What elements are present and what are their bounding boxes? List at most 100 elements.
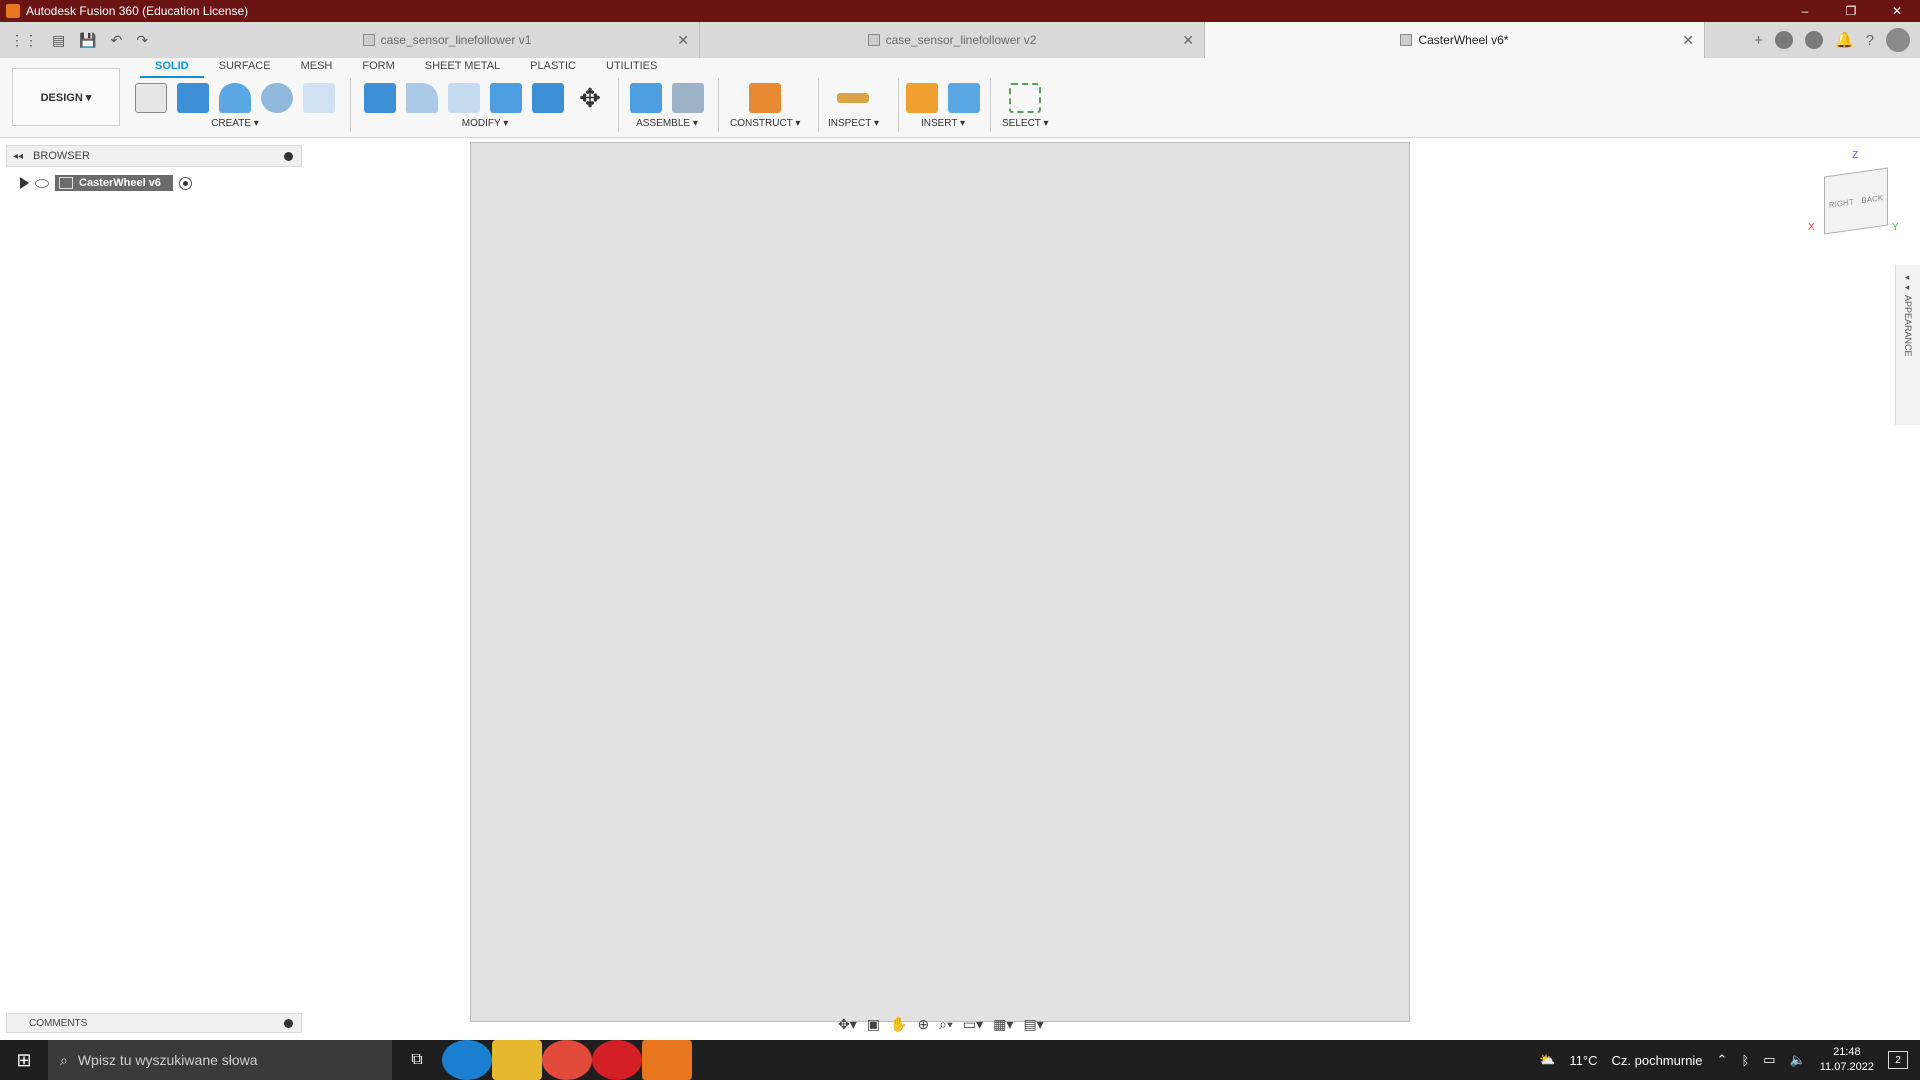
fusion360-taskbar-icon[interactable] xyxy=(642,1040,692,1080)
system-clock[interactable]: 21:48 11.07.2022 xyxy=(1820,1045,1874,1075)
fit-icon[interactable]: ⌕▾ xyxy=(939,1016,953,1033)
document-tab-bar: ⋮⋮ ▤ 💾 ↶ ↷ case_sensor_linefollower v1 ✕… xyxy=(0,22,1920,58)
search-placeholder: Wpisz tu wyszukiwane słowa xyxy=(77,1052,258,1068)
document-tab-linefollower-v2[interactable]: case_sensor_linefollower v2 ✕ xyxy=(700,22,1205,58)
maximize-button[interactable]: ❐ xyxy=(1828,4,1874,18)
inspect-menu[interactable]: INSPECT ▾ xyxy=(828,118,879,129)
window-controls: – ❐ ✕ xyxy=(1782,4,1920,18)
pin-icon[interactable] xyxy=(284,151,293,161)
taskbar-search[interactable]: ⌕ Wpisz tu wyszukiwane słowa xyxy=(48,1040,392,1080)
notification-center-icon[interactable]: 2 xyxy=(1888,1051,1908,1069)
inspect-group: INSPECT ▾ xyxy=(828,80,879,129)
data-panel-grid-icon[interactable]: ⋮⋮ xyxy=(10,32,38,49)
3d-viewport[interactable] xyxy=(330,140,1830,1022)
combine-icon[interactable] xyxy=(490,83,522,113)
edge-icon[interactable] xyxy=(442,1040,492,1080)
insert-menu[interactable]: INSERT ▾ xyxy=(921,118,965,129)
title-bar: Autodesk Fusion 360 (Education License) … xyxy=(0,0,1920,22)
system-tray: ⛅ 11°C Cz. pochmurnie ⌃ ᛒ ▭ 🔈 21:48 11.0… xyxy=(1539,1045,1920,1075)
network-icon[interactable]: ▭ xyxy=(1763,1052,1775,1068)
revolve-icon[interactable] xyxy=(219,83,251,113)
add-comment-icon[interactable] xyxy=(284,1018,293,1028)
weather-icon[interactable]: ⛅ xyxy=(1539,1052,1555,1068)
weather-text[interactable]: Cz. pochmurnie xyxy=(1612,1053,1703,1068)
move-icon[interactable]: ✥ xyxy=(574,83,606,113)
close-tab-icon[interactable]: ✕ xyxy=(1682,32,1694,49)
insert-svg-icon[interactable] xyxy=(906,83,938,113)
browser-root-node[interactable]: CasterWheel v6 xyxy=(20,174,192,192)
close-window-button[interactable]: ✕ xyxy=(1874,4,1920,18)
offset-face-icon[interactable] xyxy=(532,83,564,113)
workspace-switcher[interactable]: DESIGN ▾ xyxy=(12,68,120,126)
notifications-bell-icon[interactable]: 🔔 xyxy=(1835,31,1854,49)
look-at-icon[interactable]: ▣ xyxy=(867,1016,880,1033)
save-icon[interactable]: 💾 xyxy=(79,32,96,49)
viewports-icon[interactable]: ▤▾ xyxy=(1023,1016,1043,1033)
fillet-icon[interactable] xyxy=(406,83,438,113)
root-component[interactable]: CasterWheel v6 xyxy=(55,175,173,191)
modify-menu[interactable]: MODIFY ▾ xyxy=(462,118,509,129)
viewcube-box[interactable]: RIGHT BACK xyxy=(1824,167,1888,235)
bluetooth-icon[interactable]: ᛒ xyxy=(1741,1053,1749,1068)
chrome-icon[interactable] xyxy=(542,1040,592,1080)
select-menu[interactable]: SELECT ▾ xyxy=(1002,118,1049,129)
select-window-icon[interactable] xyxy=(1009,83,1042,113)
document-tab-label: case_sensor_linefollower v1 xyxy=(380,33,532,47)
weather-temp[interactable]: 11°C xyxy=(1569,1053,1597,1068)
file-explorer-icon[interactable] xyxy=(492,1040,542,1080)
volume-icon[interactable]: 🔈 xyxy=(1790,1052,1806,1068)
display-settings-icon[interactable]: ▭▾ xyxy=(963,1016,983,1033)
user-avatar[interactable] xyxy=(1886,28,1910,52)
opera-icon[interactable] xyxy=(592,1040,642,1080)
orbit-icon[interactable]: ✥▾ xyxy=(838,1016,857,1033)
redo-icon[interactable]: ↷ xyxy=(136,32,148,49)
task-view-icon[interactable]: ⧉ xyxy=(392,1040,442,1080)
activate-component-icon[interactable] xyxy=(178,176,192,190)
assemble-menu[interactable]: ASSEMBLE ▾ xyxy=(636,118,698,129)
start-button[interactable]: ⊞ xyxy=(0,1050,48,1071)
viewcube[interactable]: Z X Y RIGHT BACK xyxy=(1808,150,1899,250)
collapse-browser-icon[interactable]: ◂◂ xyxy=(13,151,23,162)
hidden-icons-chevron-icon[interactable]: ⌃ xyxy=(1717,1052,1728,1068)
pan-icon[interactable]: ✋ xyxy=(890,1016,907,1033)
tab-form[interactable]: FORM xyxy=(347,60,409,78)
job-status-icon[interactable] xyxy=(1804,31,1823,49)
new-component-icon[interactable] xyxy=(630,83,662,113)
grid-snaps-icon[interactable]: ▦▾ xyxy=(993,1016,1013,1033)
close-tab-icon[interactable]: ✕ xyxy=(1182,32,1194,49)
construct-menu[interactable]: CONSTRUCT ▾ xyxy=(730,118,800,129)
new-tab-icon[interactable]: + xyxy=(1754,32,1763,49)
tab-mesh[interactable]: MESH xyxy=(286,60,348,78)
tab-plastic[interactable]: PLASTIC xyxy=(515,60,591,78)
extensions-icon[interactable] xyxy=(1774,31,1793,49)
document-tab-linefollower-v1[interactable]: case_sensor_linefollower v1 ✕ xyxy=(195,22,700,58)
undo-icon[interactable]: ↶ xyxy=(111,32,123,49)
press-pull-icon[interactable] xyxy=(364,83,396,113)
hole-icon[interactable] xyxy=(261,83,293,113)
joint-icon[interactable] xyxy=(672,83,704,113)
visibility-eye-icon[interactable] xyxy=(35,178,49,188)
close-tab-icon[interactable]: ✕ xyxy=(677,32,689,49)
zoom-icon[interactable]: ⊕ xyxy=(917,1016,929,1033)
tab-utilities[interactable]: UTILITIES xyxy=(591,60,672,78)
tab-sheet-metal[interactable]: SHEET METAL xyxy=(410,60,515,78)
extrude-icon[interactable] xyxy=(177,83,209,113)
create-sketch-icon[interactable] xyxy=(135,83,167,113)
create-menu[interactable]: CREATE ▾ xyxy=(211,118,259,129)
canvas-image-icon[interactable] xyxy=(948,83,980,113)
viewcube-back-face[interactable]: BACK xyxy=(1861,193,1883,205)
appearance-panel-tab[interactable]: ◂◂ APPEARANCE xyxy=(1895,265,1920,425)
offset-plane-icon[interactable] xyxy=(749,83,782,113)
measure-icon[interactable] xyxy=(837,93,870,103)
shell-icon[interactable] xyxy=(448,83,480,113)
minimize-button[interactable]: – xyxy=(1782,4,1828,18)
expand-triangle-icon[interactable] xyxy=(20,177,29,189)
tab-solid[interactable]: SOLID xyxy=(140,60,204,78)
help-icon[interactable]: ? xyxy=(1866,32,1874,49)
divider xyxy=(818,78,819,132)
file-menu-icon[interactable]: ▤ xyxy=(52,32,65,49)
pattern-icon[interactable] xyxy=(303,83,335,113)
document-tab-casterwheel[interactable]: CasterWheel v6* ✕ xyxy=(1205,22,1705,58)
viewcube-right-face[interactable]: RIGHT xyxy=(1829,197,1854,209)
tab-surface[interactable]: SURFACE xyxy=(204,60,286,78)
